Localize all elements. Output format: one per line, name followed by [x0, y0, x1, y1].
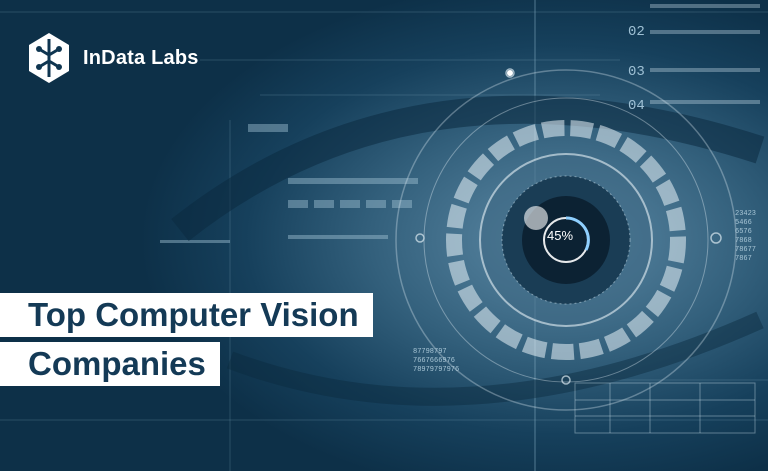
code-line: 7867 [735, 255, 752, 263]
circuit-hexagon-icon [29, 33, 69, 83]
code-readout-right: 23423 5466 6576 7868 78677 7867 [735, 210, 756, 264]
code-line: 5466 [735, 219, 752, 227]
code-line: 7667666976 [413, 357, 456, 365]
code-line: 6576 [735, 228, 752, 236]
brand-logo[interactable]: InData Labs [27, 31, 199, 85]
code-line: 78979797976 [413, 366, 460, 374]
iris-gauge-value: 45% [547, 228, 574, 243]
code-line: 7868 [735, 237, 752, 245]
code-readout-left: 87798797 7667666976 78979797976 [413, 348, 459, 375]
brand-name: InData Labs [83, 46, 199, 69]
step-number: 02 [628, 24, 645, 40]
step-number: 04 [628, 98, 645, 114]
code-line: 87798797 [413, 348, 447, 356]
headline-line-2: Companies [0, 342, 220, 386]
code-line: 23423 [735, 210, 757, 218]
hero-banner: InData Labs 02 03 04 45% 87798797 766766… [0, 0, 768, 471]
headline-line-1: Top Computer Vision [0, 293, 373, 337]
step-number: 03 [628, 64, 645, 80]
code-line: 78677 [735, 246, 757, 254]
